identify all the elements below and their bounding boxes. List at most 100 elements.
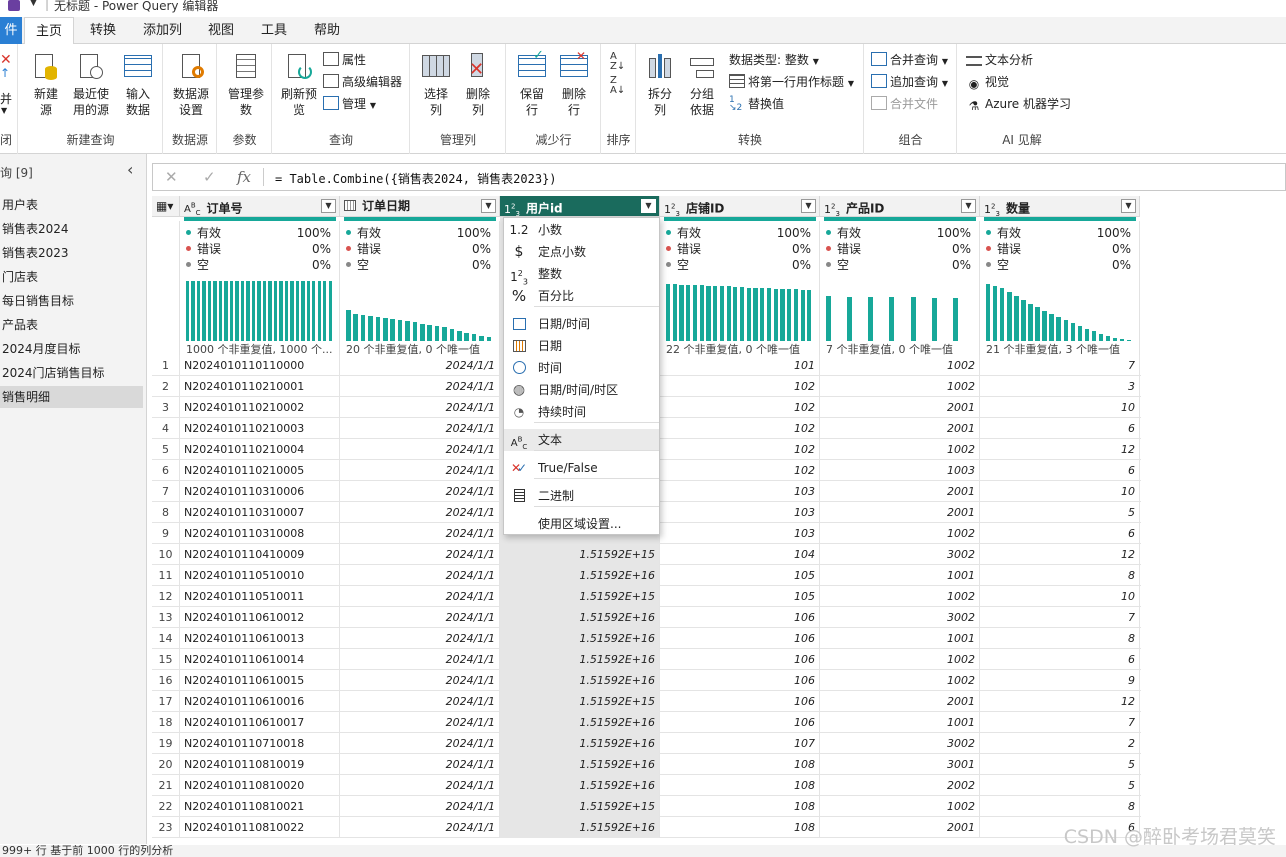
table-cell[interactable]: 1002 [820,796,980,817]
table-cell[interactable]: 2024/1/1 [340,460,500,481]
table-cell[interactable]: 8 [980,628,1140,649]
confirm-formula-icon[interactable]: ✓ [203,168,216,186]
close-apply-dropdown-icon[interactable]: ▼ [1,106,7,115]
column-type-icon[interactable]: 123 [664,196,680,216]
table-cell[interactable]: N2024010110610013 [180,628,340,649]
type-menu-item[interactable]: ◔ 持续时间 [504,401,659,423]
table-cell[interactable]: 101 [660,355,820,376]
table-cell[interactable]: 104 [660,544,820,565]
type-menu-item[interactable]: 使用区域设置... [504,513,659,535]
table-cell[interactable]: 2024/1/1 [340,439,500,460]
table-cell[interactable]: 1.51592E+16 [500,649,660,670]
query-item[interactable]: 销售表2024 [0,218,143,240]
table-cell[interactable]: 106 [660,607,820,628]
merge-queries-button[interactable]: 合并查询 ▼ [871,50,948,70]
table-cell[interactable]: N2024010110810021 [180,796,340,817]
table-cell[interactable]: 1002 [820,670,980,691]
table-cell[interactable]: 2024/1/1 [340,502,500,523]
collapse-panel-icon[interactable]: ‹ [127,160,133,179]
table-cell[interactable]: 2024/1/1 [340,712,500,733]
table-cell[interactable]: 102 [660,439,820,460]
tab-add-column[interactable]: 添加列 [143,17,182,44]
table-cell[interactable]: N2024010110510010 [180,565,340,586]
table-cell[interactable]: N2024010110310007 [180,502,340,523]
table-cell[interactable]: 1.51592E+16 [500,607,660,628]
table-cell[interactable]: 2001 [820,502,980,523]
table-cell[interactable]: N2024010110810019 [180,754,340,775]
query-item[interactable]: 用户表 [0,194,143,216]
table-cell[interactable]: 2024/1/1 [340,565,500,586]
table-cell[interactable]: 12 [980,439,1140,460]
keep-rows-button[interactable]: ✓ 保留行 [517,48,547,118]
table-cell[interactable]: 6 [980,523,1140,544]
query-item[interactable]: 2024月度目标 [0,338,143,360]
table-cell[interactable]: 6 [980,649,1140,670]
table-cell[interactable]: 2024/1/1 [340,817,500,838]
table-cell[interactable]: 7 [980,355,1140,376]
save-icon[interactable] [8,0,20,11]
table-cell[interactable]: 10 [980,586,1140,607]
table-cell[interactable]: 106 [660,628,820,649]
type-menu-item[interactable]: $ 定点小数 [504,241,659,263]
table-cell[interactable]: 2024/1/1 [340,733,500,754]
table-cell[interactable]: 1.51592E+16 [500,754,660,775]
tab-view[interactable]: 视图 [208,17,234,44]
table-cell[interactable]: 103 [660,523,820,544]
table-cell[interactable]: 102 [660,397,820,418]
table-cell[interactable]: 12 [980,544,1140,565]
table-cell[interactable]: N2024010110410009 [180,544,340,565]
recent-sources-button[interactable]: 最近使用的源 [71,52,111,118]
azure-ml-button[interactable]: ⚗ Azure 机器学习 [966,94,1071,114]
advanced-editor-button[interactable]: 高级编辑器 [323,72,402,92]
column-header[interactable]: 123 数量 ▼ [980,196,1140,217]
close-apply-button[interactable]: 并 [0,90,12,107]
remove-columns-button[interactable]: ✕ 删除列 [463,52,493,118]
column-filter-dropdown-icon[interactable]: ▼ [321,199,336,213]
table-cell[interactable]: 108 [660,754,820,775]
sort-ascending-icon[interactable]: A Z↓ [610,52,625,72]
table-cell[interactable]: 8 [980,565,1140,586]
table-cell[interactable]: 5 [980,502,1140,523]
type-menu-item[interactable]: % 百分比 [504,285,659,307]
table-cell[interactable]: 2001 [820,481,980,502]
table-cell[interactable]: 3002 [820,607,980,628]
table-cell[interactable]: 2002 [820,775,980,796]
type-menu-item[interactable]: 123 整数 [504,263,659,286]
table-cell[interactable]: N2024010110610015 [180,670,340,691]
type-menu-item[interactable]: ✕✓ True/False [504,457,659,479]
tab-home[interactable]: 主页 [24,17,74,45]
table-menu-corner[interactable]: ▦▾ [152,196,180,217]
table-cell[interactable]: 2024/1/1 [340,586,500,607]
text-analytics-button[interactable]: 文本分析 [966,50,1033,70]
table-cell[interactable]: 1.51592E+16 [500,733,660,754]
table-cell[interactable]: 1002 [820,355,980,376]
table-cell[interactable]: 1003 [820,460,980,481]
tab-tools[interactable]: 工具 [261,17,287,44]
table-cell[interactable]: 8 [980,796,1140,817]
append-queries-button[interactable]: 追加查询 ▼ [871,72,948,92]
table-cell[interactable]: 7 [980,607,1140,628]
choose-columns-button[interactable]: 选择列 [421,52,451,118]
table-cell[interactable]: N2024010110210005 [180,460,340,481]
table-cell[interactable]: 107 [660,733,820,754]
table-cell[interactable]: 3002 [820,544,980,565]
group-by-button[interactable]: 分组依据 [687,52,717,118]
table-cell[interactable]: 10 [980,397,1140,418]
query-item[interactable]: 产品表 [0,314,143,336]
table-cell[interactable]: 1.51592E+15 [500,544,660,565]
table-cell[interactable]: 102 [660,376,820,397]
table-cell[interactable]: 103 [660,481,820,502]
table-cell[interactable]: 106 [660,649,820,670]
table-cell[interactable]: N2024010110710018 [180,733,340,754]
table-cell[interactable]: 108 [660,796,820,817]
column-header[interactable]: 订单日期 ▼ [340,196,500,217]
table-cell[interactable]: 1.51592E+16 [500,775,660,796]
table-cell[interactable]: N2024010110310006 [180,481,340,502]
table-cell[interactable]: 1002 [820,649,980,670]
table-cell[interactable]: 1.51592E+15 [500,586,660,607]
table-cell[interactable]: N2024010110210001 [180,376,340,397]
column-type-icon[interactable] [344,196,356,216]
manage-button[interactable]: 管理 ▼ [323,94,376,114]
split-column-button[interactable]: 拆分列 [645,52,675,118]
type-menu-item[interactable]: ABC 文本 [504,429,659,451]
